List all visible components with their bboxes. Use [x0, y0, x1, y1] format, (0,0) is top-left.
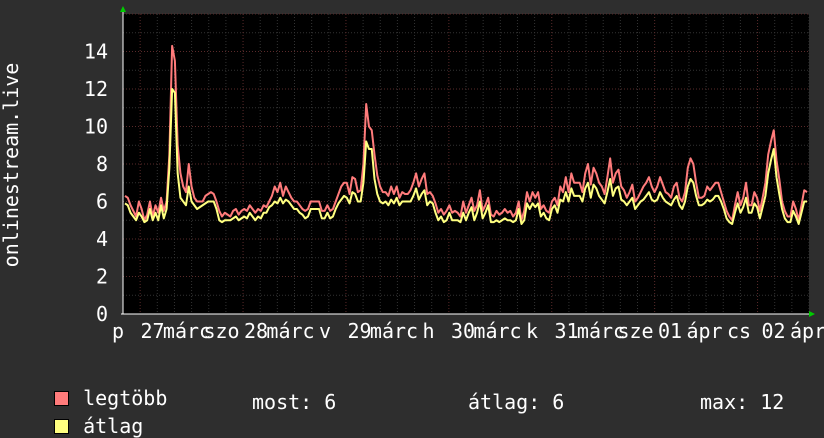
- x-tick-label: cs: [727, 319, 751, 343]
- x-tick-label: 31: [554, 319, 578, 343]
- y-tick-label: 14: [84, 40, 108, 64]
- stat-max: max: 12: [700, 390, 785, 414]
- y-tick-label: 0: [96, 302, 108, 326]
- y-tick-label: 4: [96, 227, 108, 251]
- x-tick-label: 01: [658, 319, 682, 343]
- x-ticks: p 27márcszo 28márc v 29márc h 30márc k 31márcsze…: [112, 319, 824, 343]
- y-tick-label: 10: [84, 115, 108, 139]
- x-tick-label: márc: [370, 319, 418, 343]
- x-axis-arrow: [809, 311, 815, 317]
- y-axis-arrow: [120, 6, 126, 12]
- y-tick-label: 6: [96, 190, 108, 214]
- x-tick-label: k: [526, 319, 538, 343]
- y-tick-label: 12: [84, 77, 108, 101]
- y-tick-label: 2: [96, 265, 108, 289]
- y-ticks: 0 2 4 6 8 10 12 14: [84, 40, 108, 327]
- x-tick-label: sze: [617, 319, 653, 343]
- x-tick-label: v: [319, 319, 331, 343]
- legend-swatch-avg: [54, 419, 70, 434]
- x-tick-label: szo: [203, 319, 239, 343]
- legend-item-avg: átlag: [30, 390, 143, 438]
- x-tick-label: 30: [451, 319, 475, 343]
- x-tick-label: 02: [761, 319, 785, 343]
- x-tick-label: márc: [266, 319, 314, 343]
- x-tick-label: ápr: [790, 319, 824, 343]
- y-axis-label: onlinestream.live: [0, 63, 23, 268]
- grid: [122, 13, 810, 315]
- legend-label-avg: átlag: [83, 414, 144, 438]
- x-tick-label: 29: [347, 319, 371, 343]
- stat-now: most: 6: [252, 390, 337, 414]
- y-tick-label: 8: [96, 152, 108, 176]
- x-tick-label: ápr: [686, 319, 722, 343]
- stat-avg: átlag: 6: [468, 390, 565, 414]
- chart: 02468101214 p 27márcszo 28márc v 29márc h 30má…: [0, 6, 824, 343]
- x-tick-label: h: [422, 319, 434, 343]
- x-tick-label: 28: [244, 319, 268, 343]
- x-tick-label: márc: [473, 319, 521, 343]
- x-tick-label: 27: [140, 319, 164, 343]
- x-tick-label: p: [112, 319, 124, 343]
